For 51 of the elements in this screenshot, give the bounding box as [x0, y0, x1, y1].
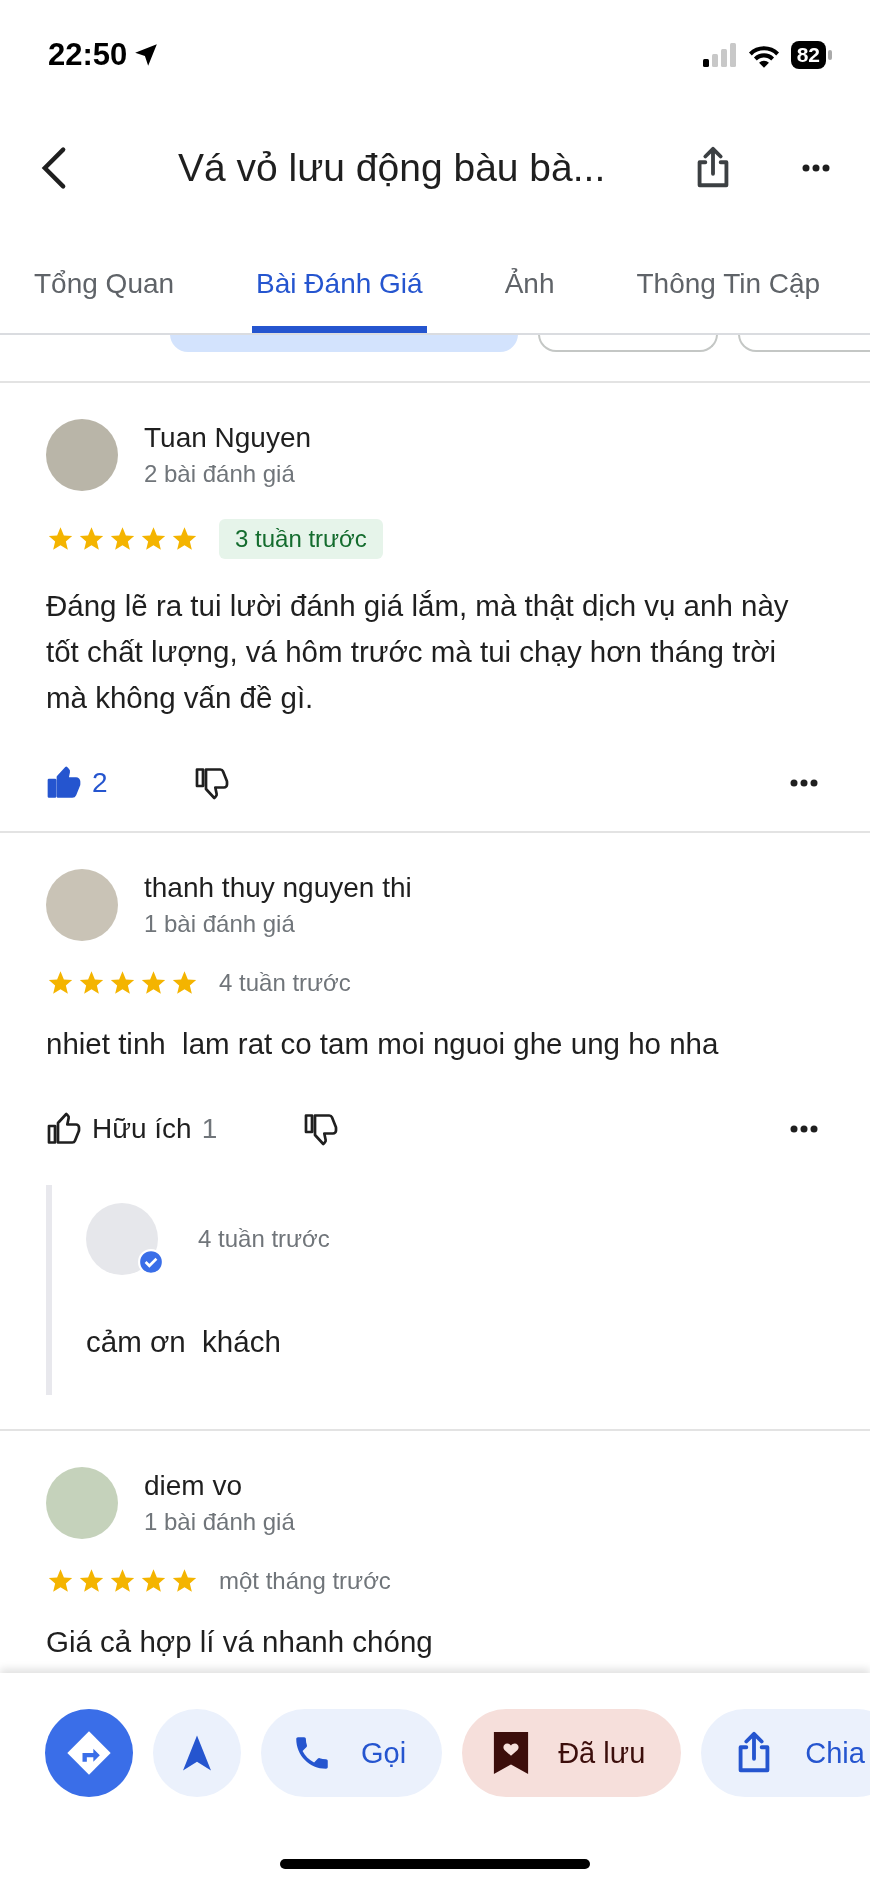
tab[interactable]: Tổng Quan — [30, 226, 179, 333]
reply-text: cảm ơn khách — [86, 1324, 282, 1360]
bookmark-heart-icon — [492, 1730, 531, 1776]
location-arrow-icon — [133, 42, 160, 68]
review-text: Giá cả hợp lí vá nhanh chóng — [46, 1624, 434, 1660]
review-count: 1 bài đánh giá — [144, 910, 296, 938]
clock-time: 22:50 — [48, 37, 128, 73]
share-button[interactable]: Chia — [701, 1709, 870, 1797]
more-icon — [790, 1125, 818, 1133]
star-icon — [170, 525, 199, 553]
star-icon — [170, 969, 199, 997]
review-time: 3 tuần trước — [219, 519, 383, 559]
review-time: một tháng trước — [219, 1567, 391, 1595]
review-text: nhiet tinh lam rat co tam moi nguoi ghe ung ho nha — [46, 1026, 720, 1062]
star-icon — [108, 969, 137, 997]
star-icon — [46, 525, 75, 553]
helpful-button[interactable]: 2 — [46, 765, 108, 801]
star-icon — [46, 969, 75, 997]
place-title: Vá vỏ lưu động bàu bà... — [178, 146, 607, 190]
review-count: 1 bài đánh giá — [144, 1508, 295, 1536]
saved-button[interactable]: Đã lưu — [462, 1709, 682, 1797]
tab[interactable]: Thông Tin Cập — [632, 226, 825, 333]
thumbs-down-icon — [193, 765, 230, 801]
reviewer-name: diem vo — [144, 1470, 244, 1502]
star-icon — [139, 1567, 168, 1595]
more-icon — [790, 779, 818, 787]
star-icon — [108, 525, 137, 553]
star-icon — [77, 525, 106, 553]
helpful-button[interactable]: Hữu ích 1 — [46, 1111, 218, 1147]
call-button[interactable]: Gọi — [261, 1709, 443, 1797]
star-icon — [77, 969, 106, 997]
star-icon — [170, 1567, 199, 1595]
back-chevron-icon — [40, 146, 68, 190]
thumbs-down-icon — [303, 1111, 340, 1147]
signal-icon — [702, 43, 737, 67]
battery-tip-icon — [828, 50, 832, 60]
review-time: 4 tuần trước — [219, 969, 351, 997]
review-text: Đáng lẽ ra tui lười đánh giá lắm, mà thật dịch vụ anh này tốt chất lượng, vá hôm trước mà tui chạy hơn tháng trời mà không vấn đề gì. — [46, 588, 790, 716]
star-icon — [108, 1567, 137, 1595]
star-icon — [77, 1567, 106, 1595]
thumbs-up-icon — [46, 1111, 82, 1147]
star-icon — [139, 969, 168, 997]
star-icon — [46, 1567, 75, 1595]
reply-time: 4 tuần trước — [198, 1225, 330, 1253]
reviewer-name: thanh thuy nguyen thi — [144, 872, 412, 904]
reviewer-name: Tuan Nguyen — [144, 422, 312, 454]
battery-level: 82 — [790, 41, 826, 69]
thumbs-up-icon — [46, 765, 82, 801]
tab[interactable]: Ảnh — [500, 226, 559, 333]
star-icon — [139, 525, 168, 553]
review-count: 2 bài đánh giá — [144, 460, 296, 488]
